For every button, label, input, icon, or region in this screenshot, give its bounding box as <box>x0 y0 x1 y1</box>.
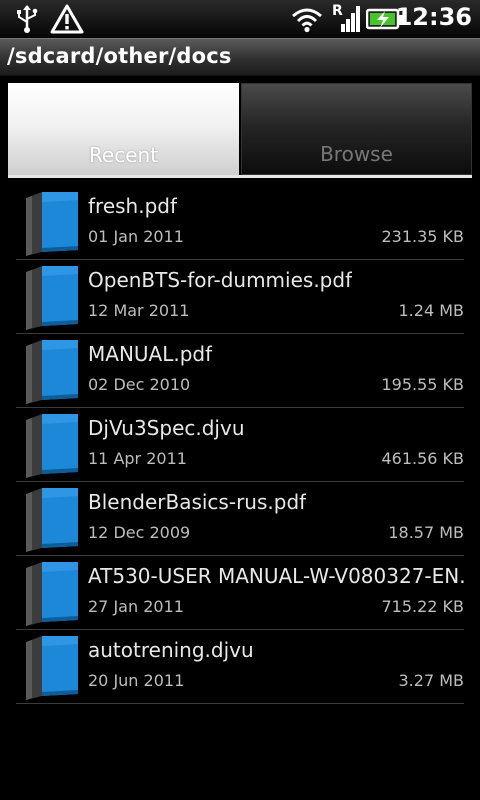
wifi-icon <box>290 5 324 37</box>
warning-icon <box>50 4 84 38</box>
file-size: 715.22 KB <box>381 597 464 616</box>
file-name: OpenBTS-for-dummies.pdf <box>88 268 353 292</box>
tab-bar: Recent Browse <box>8 83 472 178</box>
file-name: AT530-USER MANUAL-W-V080327-EN... <box>88 564 464 588</box>
tab-browse-label: Browse <box>320 142 393 166</box>
signal-roaming-icon: R <box>332 2 362 38</box>
file-date: 12 Dec 2009 <box>88 523 191 542</box>
book-icon <box>22 412 80 478</box>
file-date: 11 Apr 2011 <box>88 449 187 468</box>
book-icon <box>22 634 80 700</box>
book-icon <box>22 486 80 552</box>
file-size: 461.56 KB <box>381 449 464 468</box>
status-bar: R 12:36 <box>0 0 480 38</box>
list-item[interactable]: DjVu3Spec.djvu 11 Apr 2011 461.56 KB <box>16 409 464 482</box>
file-date: 27 Jan 2011 <box>88 597 184 616</box>
status-clock: 12:36 <box>395 3 472 31</box>
tab-recent[interactable]: Recent <box>8 83 239 175</box>
file-date: 20 Jun 2011 <box>88 671 185 690</box>
list-item[interactable]: autotrening.djvu 20 Jun 2011 3.27 MB <box>16 631 464 704</box>
file-name: MANUAL.pdf <box>88 342 213 366</box>
book-icon <box>22 190 80 256</box>
file-name: autotrening.djvu <box>88 638 254 662</box>
list-item[interactable]: fresh.pdf 01 Jan 2011 231.35 KB <box>16 187 464 260</box>
file-size: 195.55 KB <box>381 375 464 394</box>
file-list: fresh.pdf 01 Jan 2011 231.35 KB OpenBTS-… <box>16 187 464 705</box>
file-date: 02 Dec 2010 <box>88 375 191 394</box>
file-size: 18.57 MB <box>388 523 464 542</box>
tab-browse[interactable]: Browse <box>241 83 472 175</box>
usb-icon <box>14 4 40 38</box>
book-icon <box>22 264 80 330</box>
file-name: DjVu3Spec.djvu <box>88 416 245 440</box>
file-name: fresh.pdf <box>88 194 178 218</box>
file-size: 231.35 KB <box>381 227 464 246</box>
file-name: BlenderBasics-rus.pdf <box>88 490 307 514</box>
book-icon <box>22 560 80 626</box>
file-size: 3.27 MB <box>398 671 465 690</box>
list-item[interactable]: AT530-USER MANUAL-W-V080327-EN... 27 Jan… <box>16 557 464 630</box>
current-path: /sdcard/other/docs <box>7 44 232 68</box>
path-bar: /sdcard/other/docs <box>0 38 480 76</box>
list-item[interactable]: MANUAL.pdf 02 Dec 2010 195.55 KB <box>16 335 464 408</box>
svg-text:R: R <box>332 3 343 19</box>
file-date: 01 Jan 2011 <box>88 227 184 246</box>
book-icon <box>22 338 80 404</box>
list-item[interactable]: OpenBTS-for-dummies.pdf 12 Mar 2011 1.24… <box>16 261 464 334</box>
list-item[interactable]: BlenderBasics-rus.pdf 12 Dec 2009 18.57 … <box>16 483 464 556</box>
file-date: 12 Mar 2011 <box>88 301 190 320</box>
tab-underline <box>8 175 472 178</box>
file-size: 1.24 MB <box>398 301 465 320</box>
tab-recent-label: Recent <box>88 143 159 167</box>
